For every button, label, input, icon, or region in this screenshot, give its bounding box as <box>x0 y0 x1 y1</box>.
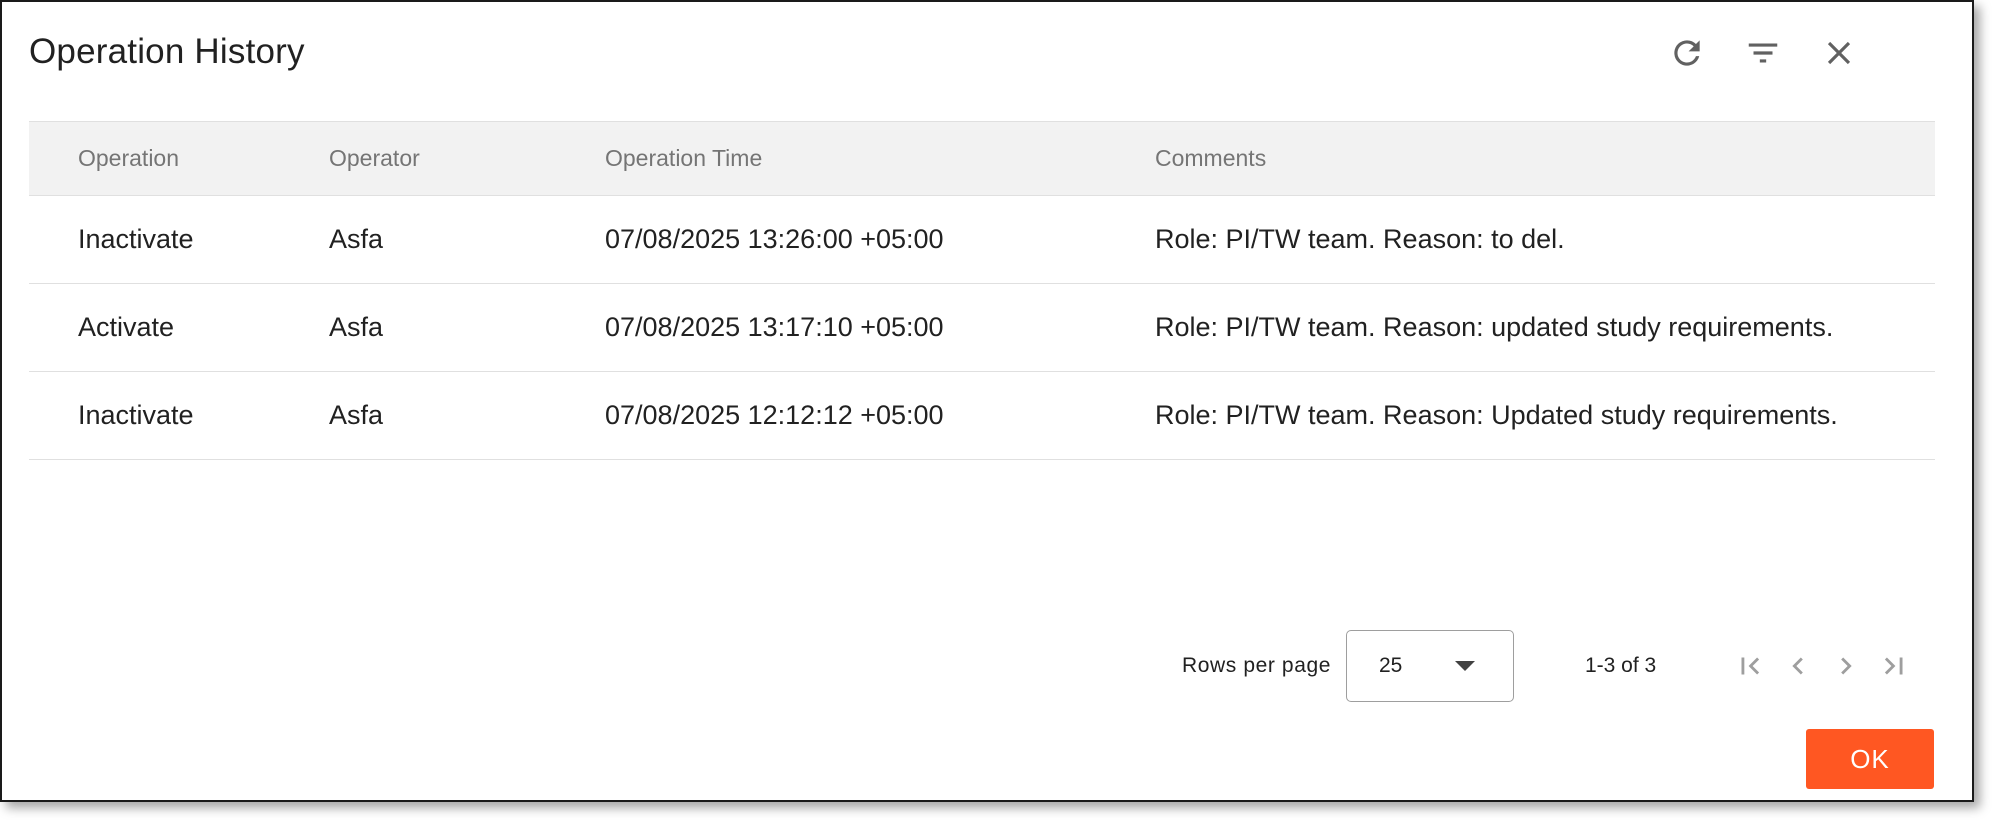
ok-button[interactable]: OK <box>1806 729 1934 789</box>
rows-per-page-label: Rows per page <box>1182 654 1332 677</box>
column-header-operation-time[interactable]: Operation Time <box>605 122 762 195</box>
cell-operation: Inactivate <box>78 400 194 430</box>
cell-operator: Asfa <box>329 224 384 254</box>
table-row[interactable]: Activate Asfa 07/08/2025 13:17:10 +05:00… <box>29 284 1935 372</box>
next-page-button[interactable] <box>1824 644 1868 688</box>
first-page-icon <box>1741 657 1760 675</box>
cell-operator: Asfa <box>329 312 384 342</box>
cell-comments: Role: PI/TW team. Reason: Updated study … <box>1155 400 1838 430</box>
operation-history-table: Operation Operator Operation Time Commen… <box>29 121 1935 460</box>
dialog-title: Operation History <box>29 32 305 71</box>
close-icon <box>1827 41 1851 65</box>
close-button[interactable] <box>1818 32 1860 74</box>
dropdown-arrow-icon <box>1455 661 1475 671</box>
filter-button[interactable] <box>1742 32 1784 74</box>
last-page-button[interactable] <box>1872 644 1916 688</box>
pagination: Rows per page 25 1-3 of 3 <box>2 630 1972 702</box>
table-header: Operation Operator Operation Time Commen… <box>29 121 1935 196</box>
previous-page-icon <box>1792 657 1803 675</box>
first-page-button[interactable] <box>1728 644 1772 688</box>
refresh-button[interactable] <box>1666 32 1708 74</box>
refresh-icon <box>1674 40 1700 66</box>
cell-comments: Role: PI/TW team. Reason: to del. <box>1155 224 1565 254</box>
next-page-icon <box>1841 657 1852 675</box>
operation-history-dialog: Operation History Operation Operator Ope… <box>0 0 1974 802</box>
column-header-operator[interactable]: Operator <box>329 122 420 195</box>
cell-operation: Activate <box>78 312 175 342</box>
column-header-comments[interactable]: Comments <box>1155 122 1266 195</box>
table-row[interactable]: Inactivate Asfa 07/08/2025 12:12:12 +05:… <box>29 372 1935 460</box>
cell-operation-time: 07/08/2025 13:26:00 +05:00 <box>605 224 944 254</box>
cell-operation-time: 07/08/2025 13:17:10 +05:00 <box>605 312 944 342</box>
column-header-operation[interactable]: Operation <box>78 122 179 195</box>
table-row[interactable]: Inactivate Asfa 07/08/2025 13:26:00 +05:… <box>29 196 1935 284</box>
filter-icon <box>1748 43 1778 63</box>
cell-operation: Inactivate <box>78 224 194 254</box>
cell-operator: Asfa <box>329 400 384 430</box>
pagination-range: 1-3 of 3 <box>1585 654 1657 677</box>
rows-per-page-value: 25 <box>1379 654 1403 677</box>
rows-per-page-select[interactable]: 25 <box>1346 630 1514 702</box>
cell-operation-time: 07/08/2025 12:12:12 +05:00 <box>605 400 944 430</box>
previous-page-button[interactable] <box>1776 644 1820 688</box>
last-page-icon <box>1884 657 1903 675</box>
cell-comments: Role: PI/TW team. Reason: updated study … <box>1155 312 1834 342</box>
